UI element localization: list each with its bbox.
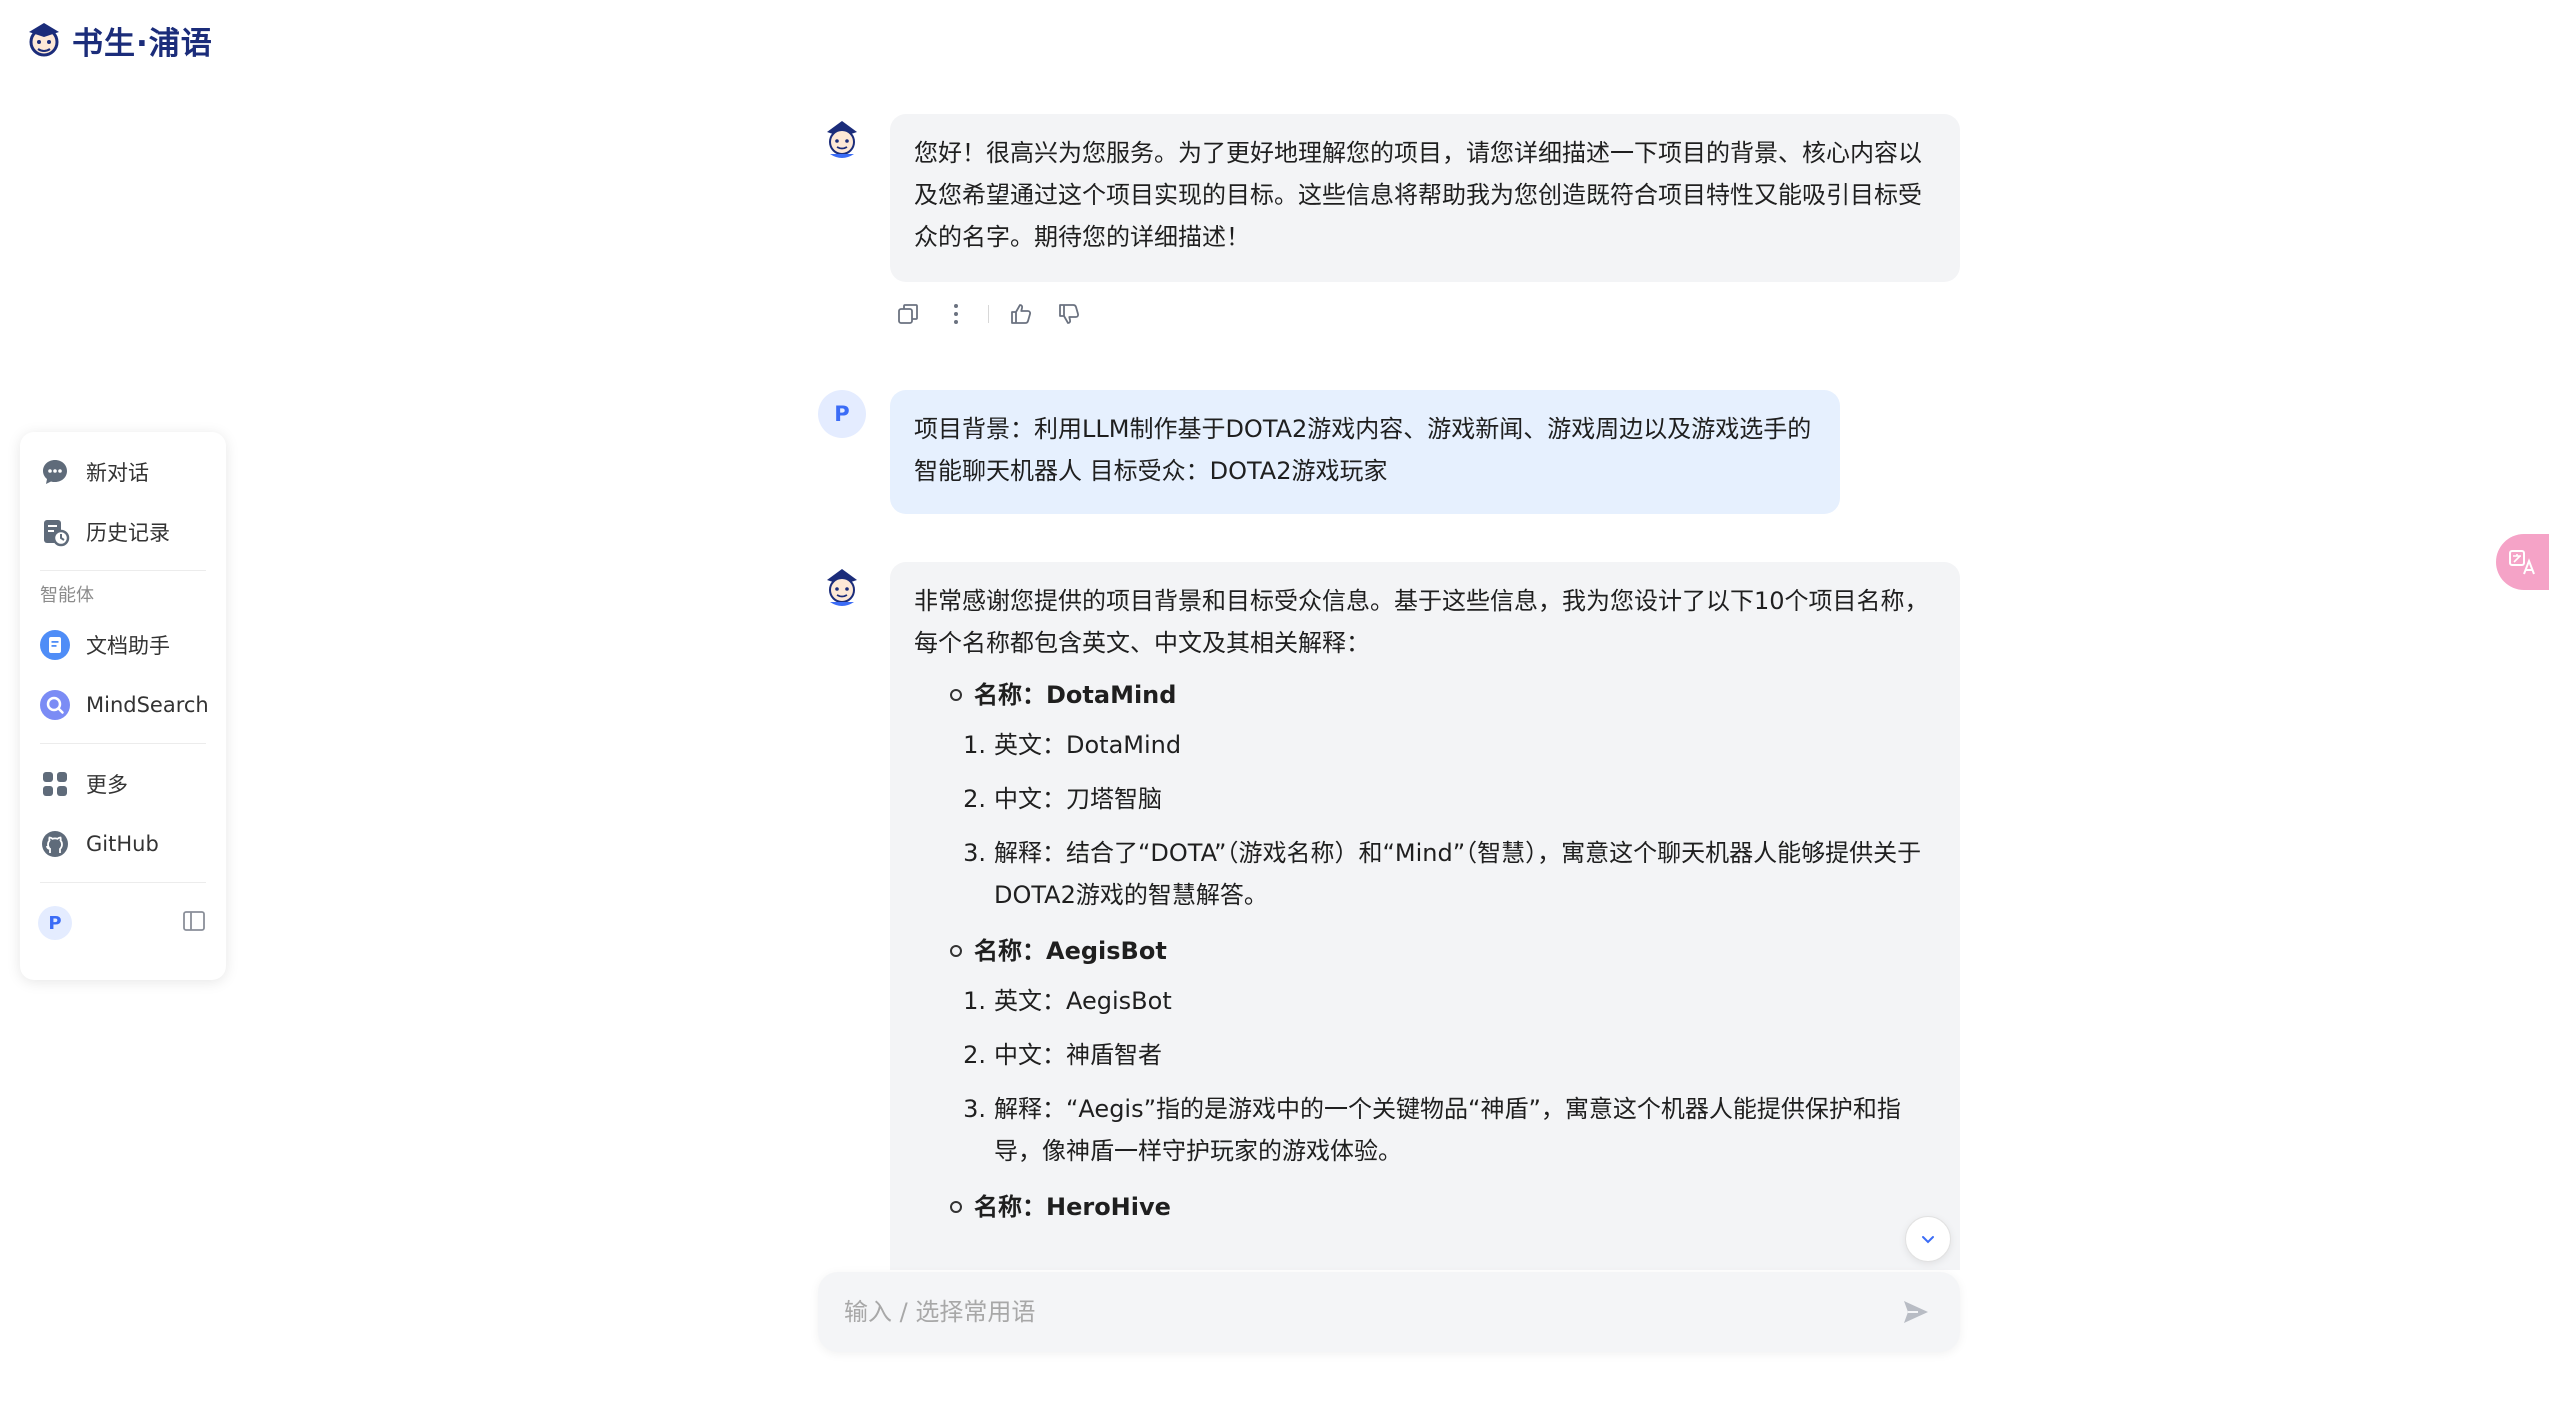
sidebar-item-label: GitHub <box>86 832 159 856</box>
detail-row: 1. 英文：DotaMind <box>914 724 1936 766</box>
sidebar-item-new-chat[interactable]: 新对话 <box>20 442 226 502</box>
sidebar-item-github[interactable]: GitHub <box>20 814 226 874</box>
sidebar-footer: P <box>20 893 226 953</box>
sidebar-item-label: 更多 <box>86 773 128 797</box>
name-item: 名称：HeroHive <box>914 1186 1936 1228</box>
assistant-bubble: 您好！很高兴为您服务。为了更好地理解您的项目，请您详细描述一下项目的背景、核心内… <box>890 114 1960 282</box>
sidebar-item-mindsearch[interactable]: MindSearch <box>20 675 226 735</box>
more-options-icon[interactable] <box>938 296 974 332</box>
detail-row: 2. 中文：刀塔智脑 <box>914 778 1936 820</box>
copy-icon[interactable] <box>890 296 926 332</box>
detail-number: 2. <box>963 785 986 813</box>
sidebar-item-document-assistant[interactable]: 文档助手 <box>20 615 226 675</box>
name-title: 名称：AegisBot <box>974 937 1167 965</box>
user-bubble: 项目背景：利用LLM制作基于DOTA2游戏内容、游戏新闻、游戏周边以及游戏选手的… <box>890 390 1840 514</box>
message-text: 您好！很高兴为您服务。为了更好地理解您的项目，请您详细描述一下项目的背景、核心内… <box>914 139 1922 251</box>
chat-area: 您好！很高兴为您服务。为了更好地理解您的项目，请您详细描述一下项目的背景、核心内… <box>818 94 1961 1270</box>
assistant-avatar-icon <box>819 115 865 161</box>
user-avatar[interactable]: P <box>38 906 72 940</box>
sidebar-divider <box>40 882 206 883</box>
detail-number: 1. <box>963 987 986 1015</box>
detail-number: 3. <box>963 839 986 867</box>
detail-number: 3. <box>963 1095 986 1123</box>
message-text: 项目背景：利用LLM制作基于DOTA2游戏内容、游戏新闻、游戏周边以及游戏选手的… <box>914 415 1812 485</box>
sidebar-item-label: 历史记录 <box>86 521 170 545</box>
detail-text: 解释：结合了“DOTA”（游戏名称）和“Mind”（智慧），寓意这个聊天机器人能… <box>994 839 1922 909</box>
send-button[interactable] <box>1896 1292 1936 1332</box>
detail-text: 英文：AegisBot <box>994 987 1172 1015</box>
bullet-icon <box>950 945 962 957</box>
document-assistant-icon <box>38 628 72 662</box>
detail-number: 2. <box>963 1041 986 1069</box>
sidebar-item-more[interactable]: 更多 <box>20 754 226 814</box>
name-title: 名称：HeroHive <box>974 1193 1171 1221</box>
send-icon <box>1904 1301 1928 1323</box>
chat-bubble-icon <box>38 455 72 489</box>
brand-logo[interactable]: 书生·浦语 <box>22 18 213 62</box>
translate-button[interactable] <box>2496 534 2549 590</box>
name-item: 名称：DotaMind <box>914 674 1936 716</box>
detail-row: 2. 中文：神盾智者 <box>914 1034 1936 1076</box>
name-item: 名称：AegisBot <box>914 930 1936 972</box>
user-message: P 项目背景：利用LLM制作基于DOTA2游戏内容、游戏新闻、游戏周边以及游戏选… <box>818 390 1961 516</box>
detail-row: 1. 英文：AegisBot <box>914 980 1936 1022</box>
message-intro: 非常感谢您提供的项目背景和目标受众信息。基于这些信息，我为您设计了以下10个项目… <box>914 587 1929 657</box>
sidebar-item-label: 文档助手 <box>86 634 170 658</box>
history-icon <box>38 515 72 549</box>
detail-row: 3. 解释：结合了“DOTA”（游戏名称）和“Mind”（智慧），寓意这个聊天机器… <box>914 832 1936 916</box>
detail-number: 1. <box>963 731 986 759</box>
github-icon <box>38 827 72 861</box>
detail-text: 中文：刀塔智脑 <box>994 785 1162 813</box>
grid-icon <box>38 767 72 801</box>
bullet-icon <box>950 689 962 701</box>
detail-text: 英文：DotaMind <box>994 731 1182 759</box>
bullet-icon <box>950 1201 962 1213</box>
assistant-message: 非常感谢您提供的项目背景和目标受众信息。基于这些信息，我为您设计了以下10个项目… <box>818 562 1961 1270</box>
sidebar: 新对话 历史记录 智能体 文档助手 MindSearch 更多 GitHub P <box>20 432 226 980</box>
thumbs-down-icon[interactable] <box>1051 296 1087 332</box>
sidebar-divider <box>40 570 206 571</box>
brand-name: 书生·浦语 <box>72 25 213 62</box>
assistant-avatar-icon <box>819 563 865 609</box>
collapse-sidebar-icon[interactable] <box>182 909 206 937</box>
detail-text: 解释：“Aegis”指的是游戏中的一个关键物品“神盾”，寓意这个机器人能提供保护… <box>994 1095 1901 1165</box>
assistant-message: 您好！很高兴为您服务。为了更好地理解您的项目，请您详细描述一下项目的背景、核心内… <box>818 114 1961 354</box>
name-title: 名称：DotaMind <box>974 681 1177 709</box>
thumbs-up-icon[interactable] <box>1003 296 1039 332</box>
action-separator <box>988 305 989 323</box>
detail-text: 中文：神盾智者 <box>994 1041 1162 1069</box>
sidebar-item-label: MindSearch <box>86 693 209 717</box>
user-avatar: P <box>818 390 866 438</box>
mindsearch-icon <box>38 688 72 722</box>
scroll-to-bottom-button[interactable] <box>1905 1216 1951 1262</box>
message-input[interactable] <box>842 1297 1896 1327</box>
message-actions <box>890 296 1099 332</box>
sidebar-item-label: 新对话 <box>86 461 149 485</box>
detail-row: 3. 解释：“Aegis”指的是游戏中的一个关键物品“神盾”，寓意这个机器人能提供… <box>914 1088 1936 1172</box>
chevron-down-icon <box>1922 1236 1934 1244</box>
scholar-logo-icon <box>29 23 59 57</box>
sidebar-section-agents: 智能体 <box>40 585 94 606</box>
sidebar-item-history[interactable]: 历史记录 <box>20 502 226 562</box>
message-input-box <box>818 1272 1960 1352</box>
translate-icon <box>2509 550 2535 575</box>
assistant-bubble: 非常感谢您提供的项目背景和目标受众信息。基于这些信息，我为您设计了以下10个项目… <box>890 562 1960 1270</box>
sidebar-divider <box>40 743 206 744</box>
